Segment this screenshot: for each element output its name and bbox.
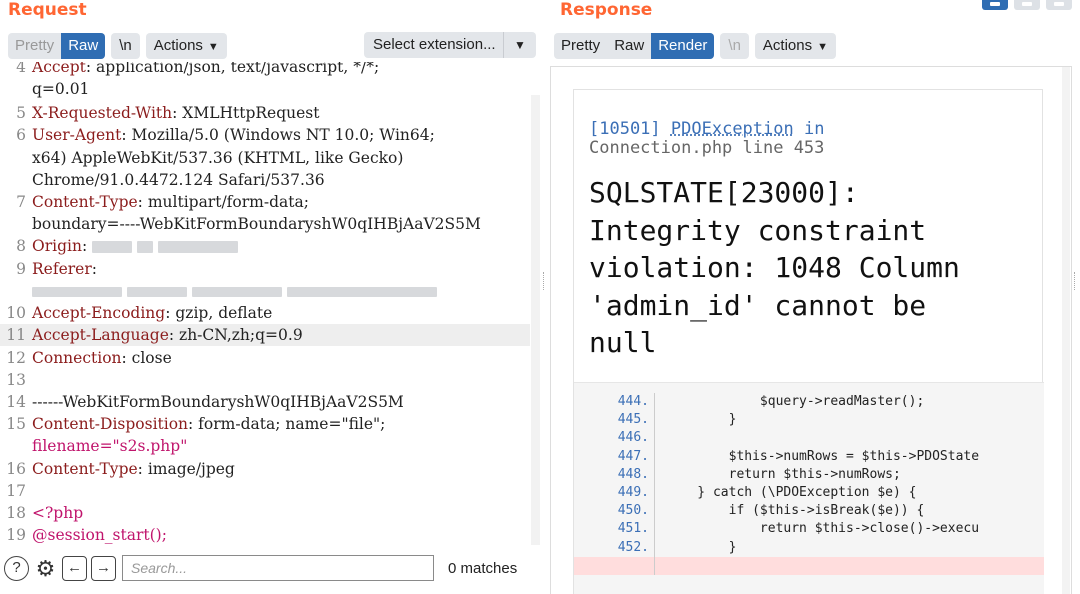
request-scrollbar[interactable]	[531, 95, 540, 545]
exception-class-link[interactable]: PDOException	[671, 119, 794, 139]
redacted-value	[32, 287, 122, 297]
response-format-segment: Pretty Raw Render	[554, 33, 715, 59]
editor-line: 10 Accept-Encoding: gzip, deflate	[6, 304, 273, 322]
response-render-view: [10501] PDOException in Connection.php l…	[550, 66, 1072, 594]
actions-menu[interactable]: Actions ▼	[754, 33, 837, 59]
editor-line: 6 User-Agent: Mozilla/5.0 (Windows NT 10.…	[16, 126, 435, 144]
exception-message: SQLSTATE[23000]: Integrity constraint vi…	[589, 176, 960, 359]
redacted-value	[286, 287, 437, 297]
response-view-tabs: Pretty Raw Render \n Actions ▼	[554, 32, 837, 60]
editor-line: 19 @session_start();	[6, 526, 167, 544]
arrow-left-icon[interactable]: ←	[62, 555, 87, 581]
response-splitter-handle[interactable]	[1074, 272, 1077, 290]
chevron-down-icon[interactable]: ▼	[504, 32, 536, 58]
request-editor[interactable]: 4 Accept: application/json, text/javascri…	[0, 62, 540, 548]
source-line: 444. $query->readMaster();	[574, 393, 1044, 412]
request-format-segment: Pretty Raw	[8, 33, 106, 59]
request-search-bar: ? ⚙ ← → Search... 0 matches	[0, 548, 540, 588]
redacted-value	[126, 287, 187, 297]
editor-line: 16 Content-Type: image/jpeg	[6, 460, 235, 478]
editor-line: 4 Accept: application/json, text/javascri…	[16, 62, 380, 76]
editor-line: q=0.01	[32, 80, 90, 98]
redacted-value	[157, 241, 238, 253]
editor-line: 17	[6, 482, 26, 500]
settings-icon[interactable]: ⚙	[33, 556, 58, 581]
actions-menu[interactable]: Actions ▼	[145, 33, 227, 59]
select-extension-dropdown[interactable]: Select extension... ▼	[364, 32, 536, 58]
tab-raw[interactable]: Raw	[607, 33, 651, 59]
tab-render[interactable]: Render	[651, 33, 715, 59]
editor-line-highlighted: 11 Accept-Language: zh-CN,zh;q=0.9	[0, 324, 530, 346]
actions-label: Actions	[762, 37, 813, 54]
response-pane-title: Response	[560, 0, 653, 20]
editor-line	[0, 280, 530, 302]
layout-toggle	[982, 0, 1072, 10]
pane-splitter-handle[interactable]	[543, 272, 546, 290]
newline-toggle[interactable]: \n	[111, 33, 140, 59]
select-extension-label: Select extension...	[364, 32, 504, 58]
request-pane-title: Request	[8, 0, 87, 20]
exception-file: Connection.php line 453	[589, 138, 825, 158]
editor-line: boundary=----WebKitFormBoundaryshW0qIHBj…	[32, 215, 481, 233]
source-code-view: 444. $query->readMaster(); 445. } 446. 4…	[574, 382, 1044, 594]
newline-toggle[interactable]: \n	[720, 33, 749, 59]
actions-label: Actions	[153, 37, 203, 54]
request-view-tabs: Pretty Raw \n Actions ▼	[8, 32, 227, 60]
tab-pretty[interactable]: Pretty	[554, 33, 607, 59]
editor-line: 9 Referer:	[16, 260, 97, 278]
editor-line: 7 Content-Type: multipart/form-data;	[16, 193, 309, 211]
editor-line: filename="s2s.php"	[32, 437, 188, 455]
tab-raw[interactable]: Raw	[61, 33, 106, 59]
source-line: 447. $this->numRows = $this->PDOState	[574, 447, 1044, 466]
tab-pretty[interactable]: Pretty	[8, 33, 61, 59]
source-line: 450. if ($this->isBreak($e)) {	[574, 502, 1044, 521]
exception-panel: [10501] PDOException in Connection.php l…	[573, 89, 1044, 594]
source-line-error	[574, 556, 1044, 575]
editor-line: 18 <?php	[6, 504, 84, 522]
chevron-down-icon: ▼	[817, 41, 829, 53]
source-line: 452. }	[574, 538, 1044, 557]
exception-in: in	[803, 119, 825, 139]
editor-line: x64) AppleWebKit/537.36 (KHTML, like Gec…	[32, 149, 404, 167]
editor-line: Chrome/91.0.4472.124 Safari/537.36	[32, 171, 325, 189]
editor-line: 5 X-Requested-With: XMLHttpRequest	[16, 104, 320, 122]
editor-line: 12 Connection: close	[6, 349, 172, 367]
editor-line: 13	[6, 371, 26, 389]
layout-tabs-icon[interactable]	[1046, 0, 1072, 10]
arrow-right-icon[interactable]: →	[91, 555, 116, 581]
source-line: 451. return $this->close()->execu	[574, 520, 1044, 539]
response-scrollbar[interactable]	[1062, 67, 1070, 594]
editor-line: 15 Content-Disposition: form-data; name="…	[6, 415, 386, 433]
editor-line: 14 ------WebKitFormBoundaryshW0qIHBjAaV2S…	[6, 393, 404, 411]
search-input[interactable]: Search...	[122, 555, 434, 581]
redacted-value	[191, 287, 282, 297]
source-line: 446.	[574, 429, 1044, 448]
redacted-value	[92, 241, 133, 253]
source-code-lines: 444. $query->readMaster(); 445. } 446. 4…	[574, 393, 1044, 575]
layout-side-by-side-icon[interactable]	[982, 0, 1008, 10]
help-icon[interactable]: ?	[4, 555, 29, 581]
source-line: 448. return $this->numRows;	[574, 465, 1044, 484]
source-line: 449. } catch (\PDOException $e) {	[574, 483, 1044, 503]
source-line: 445. }	[574, 411, 1044, 430]
layout-vertical-icon[interactable]	[1014, 0, 1040, 10]
exception-header: [10501] PDOException in Connection.php l…	[574, 90, 1042, 158]
exception-code: [10501]	[589, 119, 661, 139]
search-match-count: 0 matches	[448, 559, 518, 577]
chevron-down-icon: ▼	[207, 41, 219, 53]
redacted-value	[137, 241, 154, 253]
editor-line: 8 Origin:	[0, 235, 530, 257]
